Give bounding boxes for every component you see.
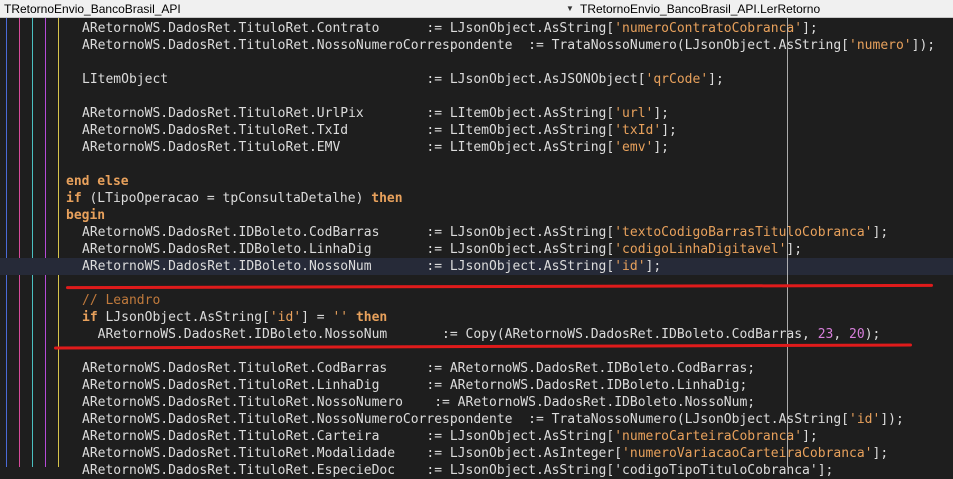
code-token: ,	[833, 327, 850, 342]
code-token: ];	[708, 72, 724, 87]
code-token: ARetornoWS.DadosRet.TituloRet.TxId := LI…	[82, 123, 615, 138]
code-line: ARetornoWS.DadosRet.TituloRet.LinhaDig :…	[82, 377, 747, 394]
code-token: 'codigoLinhaDigitavel'	[614, 242, 787, 257]
code-token: // Leandro	[82, 293, 161, 308]
code-line: ARetornoWS.DadosRet.IDBoleto.CodBarras :…	[82, 224, 888, 241]
code-line: LItemObject := LJsonObject.AsJSONObject[…	[82, 71, 724, 88]
red-underline-annotation-2	[53, 343, 913, 350]
code-line: // Leandro	[82, 292, 160, 309]
code-line: ARetornoWS.DadosRet.TituloRet.Modalidade…	[82, 445, 888, 462]
code-line: ARetornoWS.DadosRet.TituloRet.Carteira :…	[82, 428, 818, 445]
code-token: ARetornoWS.DadosRet.TituloRet.NossoNumer…	[82, 395, 756, 410]
method-selector-combo[interactable]: TRetornoEnvio_BancoBrasil_API.LerRetorno	[576, 1, 953, 17]
chevron-down-icon[interactable]: ▼	[566, 1, 574, 17]
right-margin-line	[787, 18, 788, 467]
code-token: ];	[872, 225, 889, 240]
code-token: ARetornoWS.DadosRet.IDBoleto.CodBarras :…	[82, 225, 615, 240]
code-token: 'numero'	[849, 38, 912, 53]
code-line: ARetornoWS.DadosRet.TituloRet.UrlPix := …	[82, 105, 669, 122]
code-token: LJsonObject.AsString[	[97, 310, 270, 325]
structure-guide-5	[58, 18, 59, 467]
code-token: ARetornoWS.DadosRet.TituloRet.NossoNumer…	[82, 38, 850, 53]
code-token: ];	[786, 242, 803, 257]
code-token: ARetornoWS.DadosRet.TituloRet.Contrato :…	[82, 21, 615, 36]
toolbar: TRetornoEnvio_BancoBrasil_API ▼ TRetorno…	[0, 0, 953, 18]
class-selector-label: TRetornoEnvio_BancoBrasil_API	[4, 2, 181, 16]
code-token: 'id'	[849, 412, 881, 427]
code-token: end else	[66, 174, 129, 189]
code-line: ARetornoWS.DadosRet.TituloRet.NossoNumer…	[82, 37, 935, 54]
code-token: ARetornoWS.DadosRet.TituloRet.EMV := LIt…	[82, 140, 615, 155]
code-token: );	[864, 327, 881, 342]
structure-guide-3	[32, 18, 33, 467]
structure-guide-2	[19, 18, 20, 467]
code-token: ARetornoWS.DadosRet.IDBoleto.NossoNum :=…	[82, 259, 615, 274]
code-token: 'id'	[269, 310, 302, 325]
code-token: 'txId'	[614, 123, 662, 138]
code-token: if	[82, 310, 98, 325]
code-token: ARetornoWS.DadosRet.TituloRet.LinhaDig :…	[82, 378, 748, 393]
code-token: ];	[653, 140, 670, 155]
code-token: 'id'	[614, 259, 646, 274]
code-token: then	[355, 310, 388, 325]
code-token: 20	[849, 327, 865, 342]
code-token: ARetornoWS.DadosRet.TituloRet.NossoNumer…	[82, 412, 850, 427]
class-selector-combo[interactable]: TRetornoEnvio_BancoBrasil_API ▼	[0, 1, 575, 17]
code-token: ARetornoWS.DadosRet.IDBoleto.NossoNum :=…	[82, 327, 818, 342]
code-token: 'url'	[614, 106, 654, 121]
code-line: if (LTipoOperacao = tpConsultaDetalhe) t…	[66, 190, 403, 207]
code-token: 'numeroCarteiraCobranca'	[614, 429, 803, 444]
structure-guide-1	[6, 18, 7, 467]
code-token: ARetornoWS.DadosRet.TituloRet.UrlPix := …	[82, 106, 615, 121]
code-token: ];	[661, 123, 677, 138]
code-line: ARetornoWS.DadosRet.TituloRet.Contrato :…	[82, 20, 818, 37]
code-line: ARetornoWS.DadosRet.TituloRet.NossoNumer…	[82, 411, 904, 428]
code-line-partial: ARetornoWS.DadosRet.TituloRet.EspecieDoc…	[82, 463, 834, 478]
code-editor[interactable]: ARetornoWS.DadosRet.TituloRet.Contrato :…	[0, 18, 953, 478]
code-line: ARetornoWS.DadosRet.IDBoleto.NossoNum :=…	[82, 326, 881, 343]
code-token: 'emv'	[614, 140, 654, 155]
code-line: begin	[66, 207, 105, 224]
code-token: ]);	[911, 38, 936, 53]
code-line: ARetornoWS.DadosRet.TituloRet.TxId := LI…	[82, 122, 677, 139]
code-line: ARetornoWS.DadosRet.IDBoleto.NossoNum :=…	[82, 258, 661, 275]
code-token: if	[66, 191, 82, 206]
red-underline-annotation-1	[65, 283, 934, 290]
code-token: ];	[802, 21, 818, 36]
code-token: 'textoCodigoBarrasTituloCobranca'	[614, 225, 873, 240]
code-token: ];	[802, 429, 818, 444]
code-token: 'qrCode'	[645, 72, 709, 87]
code-token: LItemObject := LJsonObject.AsJSONObject[	[82, 72, 646, 87]
code-line: ARetornoWS.DadosRet.TituloRet.NossoNumer…	[82, 394, 755, 411]
code-line: end else	[66, 173, 129, 190]
code-token: ];	[872, 446, 889, 461]
code-token: ];	[653, 106, 670, 121]
code-token: ARetornoWS.DadosRet.TituloRet.Carteira :…	[82, 429, 615, 444]
code-token: ARetornoWS.DadosRet.IDBoleto.LinhaDig :=…	[82, 242, 615, 257]
code-token: ] =	[301, 310, 333, 325]
code-token: 'numeroVariacaoCarteiraCobranca'	[622, 446, 873, 461]
code-line: ARetornoWS.DadosRet.IDBoleto.LinhaDig :=…	[82, 241, 802, 258]
code-token: 'numeroContratoCobranca'	[614, 21, 803, 36]
code-token: ARetornoWS.DadosRet.TituloRet.Modalidade…	[82, 446, 623, 461]
code-token: ]);	[880, 412, 904, 427]
code-token: (LTipoOperacao = tpConsultaDetalhe)	[81, 191, 372, 206]
code-token: begin	[66, 208, 106, 223]
code-token: ];	[645, 259, 662, 274]
code-line: ARetornoWS.DadosRet.TituloRet.CodBarras …	[82, 360, 755, 377]
method-selector-label: TRetornoEnvio_BancoBrasil_API.LerRetorno	[580, 2, 821, 16]
code-token: ARetornoWS.DadosRet.TituloRet.CodBarras …	[82, 361, 756, 376]
code-token: 23	[817, 327, 834, 342]
code-line: ARetornoWS.DadosRet.TituloRet.EMV := LIt…	[82, 139, 669, 156]
code-token: ''	[332, 310, 349, 325]
code-line: if LJsonObject.AsString['id'] = '' then	[82, 309, 387, 326]
structure-guide-4	[45, 18, 46, 467]
code-token: then	[371, 191, 403, 206]
